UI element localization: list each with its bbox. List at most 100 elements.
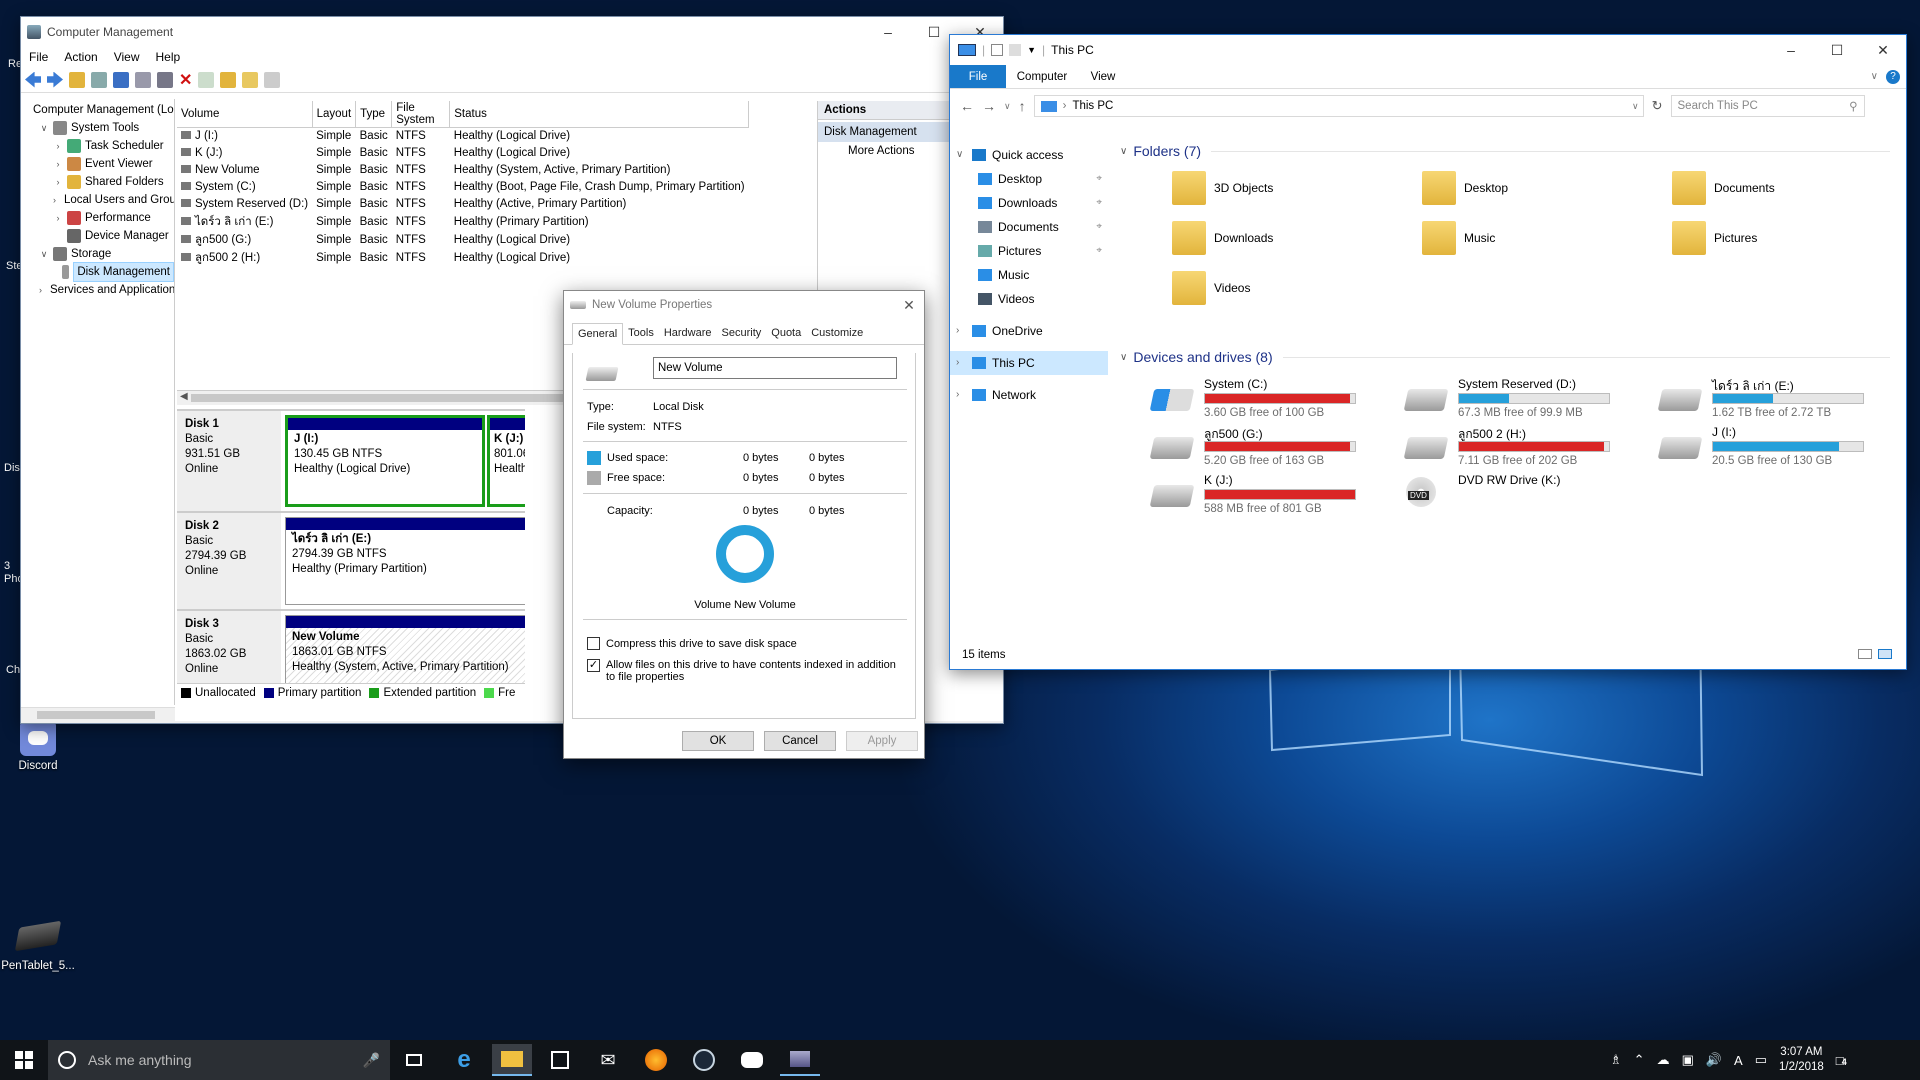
connect-icon[interactable] [157,71,173,88]
qat-dropdown-icon[interactable]: ▼ [1027,45,1036,55]
tree-item[interactable]: › Event Viewer [21,155,174,173]
folder-item[interactable]: Desktop [1422,171,1508,205]
tree-item[interactable]: Disk Management [21,262,174,282]
pin-icon[interactable]: ⌖ [1096,239,1102,263]
tree-item[interactable]: › Services and Applications [21,281,174,299]
table-row[interactable]: ลูก500 (G:) Simple Basic NTFS Healthy (Logic… [177,231,749,249]
table-row[interactable]: New Volume Simple Basic NTFS Healthy (System… [177,162,749,179]
column-header[interactable]: Type [355,101,393,128]
partition-j[interactable]: J (I:) 130.45 GB NTFS Healthy (Logical D… [285,415,485,507]
taskbar-firefox[interactable] [636,1044,676,1076]
search-box[interactable]: Search This PC ⚲ [1670,95,1865,117]
close-button[interactable]: ✕ [1860,42,1906,59]
folder-icon[interactable] [220,71,237,88]
menu-view[interactable]: View [114,50,140,64]
tab-hardware[interactable]: Hardware [659,323,717,344]
menu-file[interactable]: File [29,50,48,64]
forward-icon[interactable] [47,71,63,88]
table-row[interactable]: System (C:) Simple Basic NTFS Healthy (Boot,… [177,179,749,196]
address-bar[interactable]: › This PC ∨ [1033,95,1644,117]
tab-general[interactable]: General [572,323,624,345]
drive-item[interactable]: ลูก500 2 (H:) 7.11 GB free of 202 GB [1403,425,1646,469]
desktop-icon-pentablet[interactable]: PenTablet_5... [0,920,76,972]
index-checkbox[interactable]: ✓ [587,659,600,672]
back-icon[interactable]: ← [960,98,974,114]
nav-item[interactable]: Downloads ⌖ [950,191,1108,215]
taskbar-discord[interactable] [732,1044,772,1076]
expanded-chevron-icon[interactable]: ∨ [39,119,49,137]
drive-item[interactable]: System (C:) 3.60 GB free of 100 GB [1149,377,1392,421]
expanded-chevron-icon[interactable]: ∨ [956,143,966,167]
tree-item[interactable]: › Shared Folders [21,173,174,191]
drive-item[interactable]: K (J:) 588 MB free of 801 GB [1149,473,1392,517]
nav-item[interactable]: › Network [950,383,1108,407]
language-indicator[interactable]: A [1734,1053,1743,1068]
nav-item[interactable]: › OneDrive [950,319,1108,343]
tab-customize[interactable]: Customize [806,323,868,344]
pin-icon[interactable]: ⌖ [1096,167,1102,191]
table-row[interactable]: J (I:) Simple Basic NTFS Healthy (Logical Dr… [177,128,749,145]
drive-item[interactable]: DVD DVD RW Drive (K:) [1406,473,1646,517]
dialog-title-bar[interactable]: New Volume Properties ✕ [564,291,924,319]
collapsed-chevron-icon[interactable]: › [39,281,42,299]
tab-security[interactable]: Security [717,323,767,344]
pin-icon[interactable]: ⌖ [1096,215,1102,239]
collapsed-chevron-icon[interactable]: › [53,191,56,209]
table-row[interactable]: ไดร์ว ลิ เก่า (E:) Simple Basic NTFS Healthy… [177,213,749,231]
column-header[interactable]: Volume [177,101,313,128]
ok-button[interactable]: OK [682,731,754,751]
explorer-title-bar[interactable]: | ▼ | This PC – ☐ ✕ [950,35,1906,65]
taskbar-edge[interactable]: e [444,1044,484,1076]
ribbon-tab-computer[interactable]: Computer [1006,65,1078,88]
table-row[interactable]: ลูก500 2 (H:) Simple Basic NTFS Healthy (Log… [177,249,749,267]
tree-item[interactable]: ∨ Storage [21,245,174,263]
drive-item[interactable]: System Reserved (D:) 67.3 MB free of 99.9… [1403,377,1646,421]
forward-icon[interactable]: → [982,98,996,114]
column-header[interactable]: File System [391,101,451,128]
microphone-icon[interactable]: 🎤 [363,1052,390,1069]
folders-header[interactable]: ∨ Folders (7) [1120,143,1890,159]
tab-tools[interactable]: Tools [623,323,659,344]
collapsed-chevron-icon[interactable]: › [53,155,63,173]
folder-item[interactable]: Downloads [1172,221,1273,255]
nav-item[interactable]: Desktop ⌖ [950,167,1108,191]
index-checkbox-row[interactable]: ✓ Allow files on this drive to have cont… [587,659,907,683]
tree-item[interactable]: › Performance [21,209,174,227]
collapsed-chevron-icon[interactable]: › [956,383,966,407]
disk-row-2[interactable]: Disk 2 Basic 2794.39 GB Online ไดร์ว ลิ … [177,511,525,609]
tab-quota[interactable]: Quota [766,323,806,344]
pin-icon[interactable]: ⌖ [1096,191,1102,215]
dialog-close-button[interactable]: ✕ [894,297,924,314]
help-icon[interactable]: ? [1886,70,1900,84]
compress-checkbox[interactable] [587,637,600,650]
ribbon-expand-icon[interactable]: ∨ [1871,65,1878,88]
ime-icon[interactable]: ▭ [1755,1052,1767,1068]
partition-k[interactable]: K (J:) 801.06 Health [487,415,525,507]
table-row[interactable]: K (J:) Simple Basic NTFS Healthy (Logical Dr… [177,145,749,162]
action-center-button[interactable]: □ 4 [1836,1053,1847,1068]
taskbar-computer-management[interactable] [780,1044,820,1076]
nav-item[interactable]: › This PC [950,351,1108,375]
collapsed-chevron-icon[interactable]: › [956,319,966,343]
tree-scrollbar[interactable] [21,707,175,721]
folder-item[interactable]: Music [1422,221,1495,255]
disk-row-3[interactable]: Disk 3 Basic 1863.02 GB Online New Volum… [177,609,525,683]
title-bar[interactable]: Computer Management – ☐ ✕ [21,17,1003,47]
recent-dropdown-icon[interactable]: ∨ [1004,101,1011,112]
nav-item[interactable]: Pictures ⌖ [950,239,1108,263]
nav-item[interactable]: ∨ Quick access [950,143,1108,167]
compress-checkbox-row[interactable]: Compress this drive to save disk space [587,637,797,650]
drive-item[interactable]: ไดร์ว ลิ เก่า (E:) 1.62 TB free of 2.72 T… [1657,377,1900,421]
drive-item[interactable]: ลูก500 (G:) 5.20 GB free of 163 GB [1149,425,1392,469]
up-icon[interactable]: ↑ [1019,98,1026,114]
clock[interactable]: 3:07 AM 1/2/2018 [1779,1045,1824,1075]
check-icon[interactable] [198,71,215,88]
minimize-button[interactable]: – [1768,42,1814,59]
volume-name-input[interactable] [653,357,897,379]
minimize-button[interactable]: – [865,24,911,41]
column-header[interactable]: Status [449,101,750,128]
collapsed-chevron-icon[interactable]: › [53,173,63,191]
nav-item[interactable]: Music [950,263,1108,287]
network-tray-icon[interactable]: ▣ [1682,1052,1694,1068]
ribbon-tab-file[interactable]: File [950,65,1006,88]
